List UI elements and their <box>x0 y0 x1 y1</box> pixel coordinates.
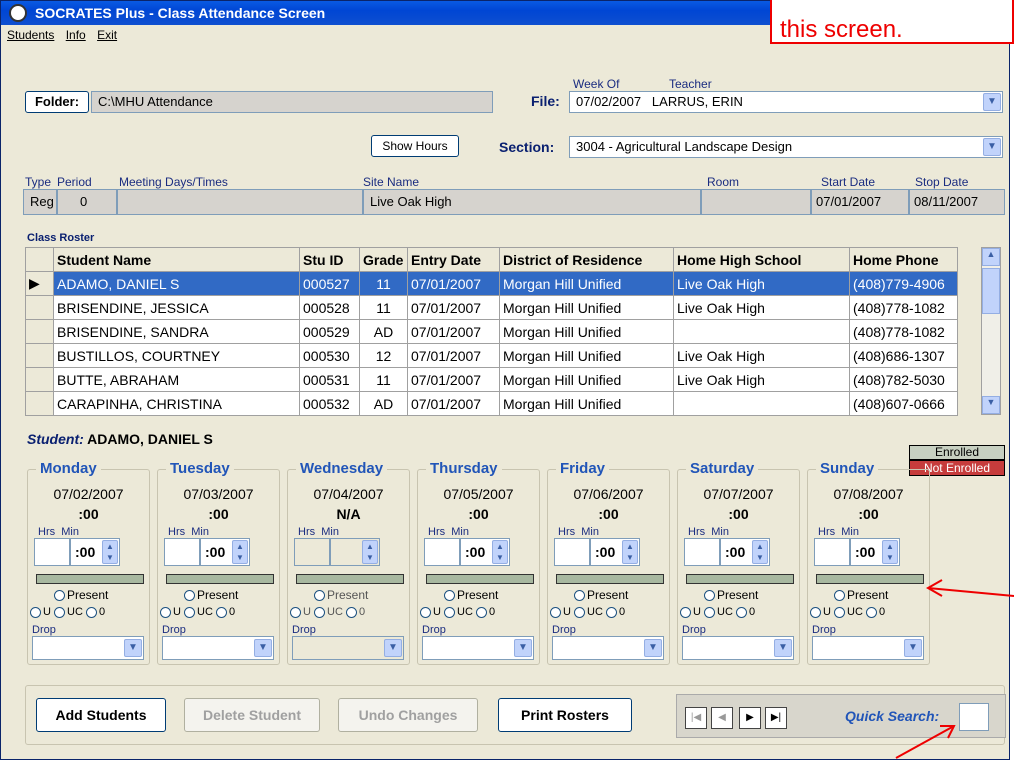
annotation-arrows <box>895 579 1014 759</box>
arrow-line-search <box>895 725 955 759</box>
